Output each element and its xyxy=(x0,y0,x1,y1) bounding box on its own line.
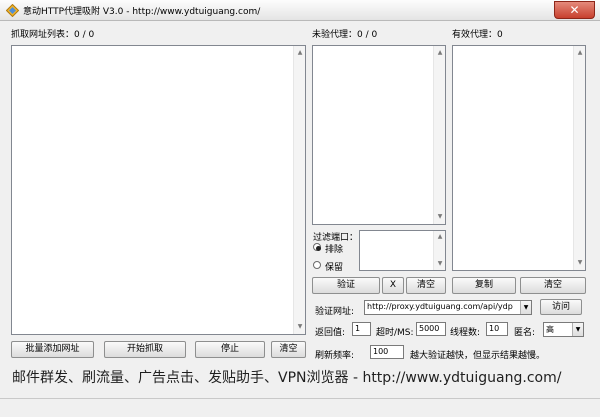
app-icon xyxy=(6,4,19,17)
fetch-url-list[interactable]: ▲ ▼ xyxy=(11,45,306,335)
batch-add-url-button[interactable]: 批量添加网址 xyxy=(11,341,94,358)
anonymity-select[interactable]: 高 ▼ xyxy=(543,322,584,337)
valid-proxy-label: 有效代理：0 xyxy=(452,30,503,40)
scroll-down-arrow-icon[interactable]: ▼ xyxy=(576,259,584,267)
timeout-label: 超时/MS: xyxy=(376,328,414,338)
close-button[interactable]: ✕ xyxy=(554,1,595,19)
scroll-up-arrow-icon[interactable]: ▲ xyxy=(296,49,304,57)
refresh-rate-input[interactable]: 100 xyxy=(370,345,404,359)
verify-url-value: http://proxy.ydtuiguang.com/api/ydp xyxy=(367,302,513,311)
threads-label: 线程数: xyxy=(450,328,481,338)
scroll-down-arrow-icon[interactable]: ▼ xyxy=(436,260,444,268)
verify-button[interactable]: 验证 xyxy=(312,277,380,294)
anonymity-value: 高 xyxy=(546,325,554,334)
clear-unverified-button[interactable]: 清空 xyxy=(406,277,446,294)
clear-url-list-button[interactable]: 清空 xyxy=(271,341,306,358)
x-button[interactable]: X xyxy=(382,277,404,294)
valid-list-scrollbar[interactable]: ▲ ▼ xyxy=(573,46,585,270)
port-filter-scrollbar[interactable]: ▲ ▼ xyxy=(433,231,445,270)
refresh-rate-label: 刷新频率: xyxy=(315,351,355,361)
promo-text[interactable]: 邮件群发、刷流量、广告点击、发贴助手、VPN浏览器 - http://www.y… xyxy=(12,367,561,387)
chevron-down-icon[interactable]: ▼ xyxy=(520,301,531,314)
scroll-up-arrow-icon[interactable]: ▲ xyxy=(576,49,584,57)
unverified-list-scrollbar[interactable]: ▲ ▼ xyxy=(433,46,445,224)
radio-keep-label: 保留 xyxy=(325,263,344,273)
radio-exclude-label: 排除 xyxy=(325,245,344,255)
valid-proxy-list[interactable]: ▲ ▼ xyxy=(452,45,586,271)
scroll-down-arrow-icon[interactable]: ▼ xyxy=(296,323,304,331)
scroll-up-arrow-icon[interactable]: ▲ xyxy=(436,49,444,57)
copy-button[interactable]: 复制 xyxy=(452,277,516,294)
visit-button[interactable]: 访问 xyxy=(540,299,582,315)
unverified-proxy-list[interactable]: ▲ ▼ xyxy=(312,45,446,225)
fetch-list-scrollbar[interactable]: ▲ ▼ xyxy=(293,46,305,334)
unverified-proxy-label: 未验代理：0 / 0 xyxy=(312,30,378,40)
scroll-up-arrow-icon[interactable]: ▲ xyxy=(436,233,444,241)
chevron-down-icon[interactable]: ▼ xyxy=(572,323,583,336)
clear-valid-button[interactable]: 清空 xyxy=(520,277,586,294)
radio-exclude[interactable] xyxy=(313,243,321,251)
status-bar xyxy=(0,398,600,417)
return-value-input[interactable]: 1 xyxy=(352,322,371,336)
window-title: 意动HTTP代理吸附 V3.0 - http://www.ydtuiguang.… xyxy=(23,7,261,17)
verify-url-label: 验证网址: xyxy=(315,307,355,317)
threads-input[interactable]: 10 xyxy=(486,322,508,336)
return-value-label: 返回值: xyxy=(315,328,346,338)
radio-keep[interactable] xyxy=(313,261,321,269)
verify-url-combo[interactable]: http://proxy.ydtuiguang.com/api/ydp ▼ xyxy=(364,300,532,315)
start-fetch-button[interactable]: 开始抓取 xyxy=(104,341,186,358)
fetch-list-label: 抓取网址列表：0 / 0 xyxy=(11,30,95,40)
stop-button[interactable]: 停止 xyxy=(195,341,265,358)
port-filter-input[interactable]: ▲ ▼ xyxy=(359,230,446,271)
timeout-input[interactable]: 5000 xyxy=(416,322,446,336)
title-bar[interactable]: 意动HTTP代理吸附 V3.0 - http://www.ydtuiguang.… xyxy=(0,0,600,21)
refresh-rate-hint: 越大验证越快，但显示结果越慢。 xyxy=(410,351,546,361)
anonymity-label: 匿名: xyxy=(514,328,536,338)
scroll-down-arrow-icon[interactable]: ▼ xyxy=(436,213,444,221)
